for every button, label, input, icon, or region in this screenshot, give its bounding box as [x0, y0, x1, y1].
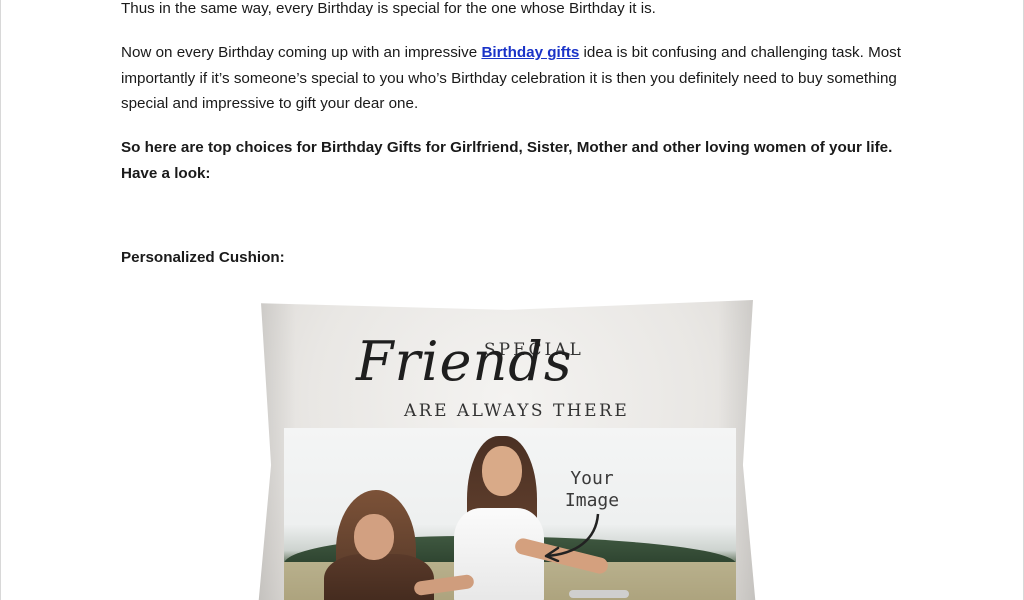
cushion-photo — [284, 428, 736, 600]
paragraph-2-intro: Now on every Birthday coming up with an … — [121, 44, 482, 61]
paragraph-2: Now on every Birthday coming up with an … — [121, 40, 911, 117]
cushion-text-always-there: ARE ALWAYS THERE — [404, 401, 630, 421]
paragraph-3-bold: So here are top choices for Birthday Gif… — [121, 139, 893, 182]
paragraph-1: Thus in the same way, every Birthday is … — [121, 0, 656, 17]
section-heading: Personalized Cushion: — [121, 249, 285, 266]
personalized-cushion-image: SPECIAL Friends ARE ALWAYS THERE Your Im… — [256, 300, 758, 600]
photo-bicycle — [569, 590, 629, 598]
birthday-gifts-link[interactable]: Birthday gifts — [481, 44, 579, 61]
curved-arrow-icon — [544, 513, 600, 562]
cushion-text-friends: Friends — [356, 330, 573, 393]
cushion-fabric: SPECIAL Friends ARE ALWAYS THERE Your Im… — [256, 300, 758, 600]
your-image-placeholder-label: Your Image — [552, 468, 632, 512]
photo-person-2-face — [482, 446, 522, 496]
page-edge-left — [0, 0, 1, 600]
photo-person-1-face — [354, 514, 394, 560]
your-image-line-2: Image — [564, 490, 620, 511]
your-image-line-1: Your — [570, 468, 614, 489]
